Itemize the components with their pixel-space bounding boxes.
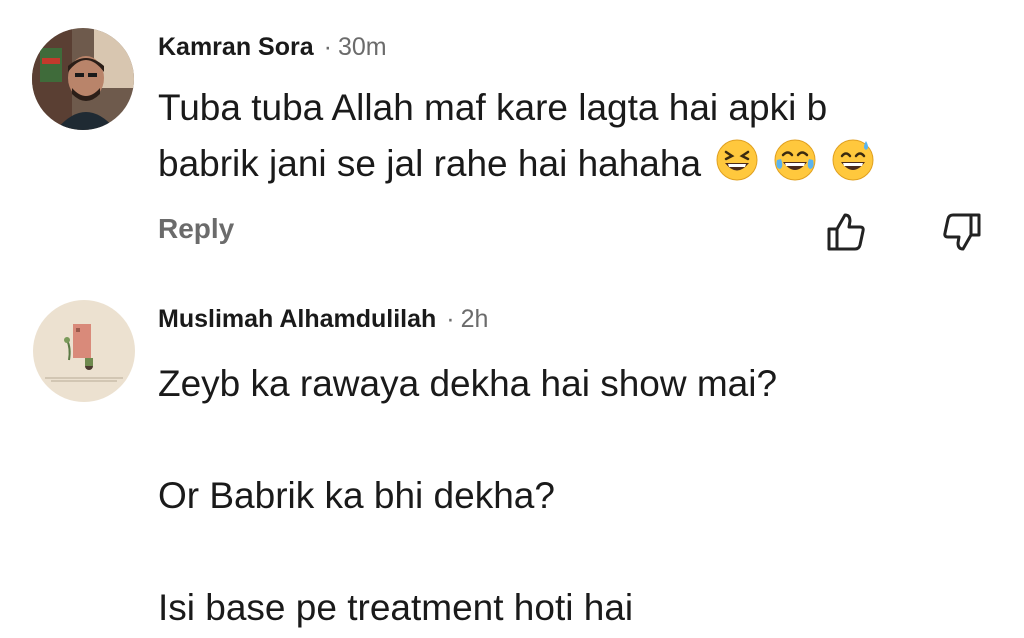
laughing-emoji-icon	[716, 139, 758, 181]
avatar[interactable]	[33, 300, 135, 402]
comment-kamran-sora: Kamran Sora · 30m Tuba tuba Allah maf kare…	[0, 0, 1024, 280]
thumbs-down-icon[interactable]	[940, 210, 984, 254]
comment-meta: Muslimah Alhamdulilah · 2h	[158, 304, 488, 334]
timestamp: 2h	[460, 305, 489, 333]
separator: ·	[446, 305, 455, 333]
avatar[interactable]	[32, 28, 134, 130]
comment-meta: Kamran Sora · 30m	[158, 32, 387, 62]
comment-text: Tuba tuba Allah maf kare lagta hai apki …	[158, 80, 875, 192]
separator: ·	[323, 33, 332, 61]
comment-muslimah-alhamdulilah: Muslimah Alhamdulilah · 2h Zeyb ka rawaya …	[0, 280, 1024, 638]
tears-of-joy-emoji-icon	[774, 139, 816, 181]
timestamp: 30m	[337, 33, 387, 61]
author-name[interactable]: Muslimah Alhamdulilah	[158, 305, 436, 333]
reply-button[interactable]: Reply	[158, 212, 234, 246]
author-name[interactable]: Kamran Sora	[158, 33, 314, 61]
thumbs-up-icon[interactable]	[824, 210, 868, 254]
comment-text: Zeyb ka rawaya dekha hai show mai? Or Ba…	[158, 363, 778, 628]
illustration-avatar-icon	[33, 300, 135, 402]
grinning-sweat-emoji-icon	[832, 139, 874, 181]
profile-photo-icon	[32, 28, 134, 130]
